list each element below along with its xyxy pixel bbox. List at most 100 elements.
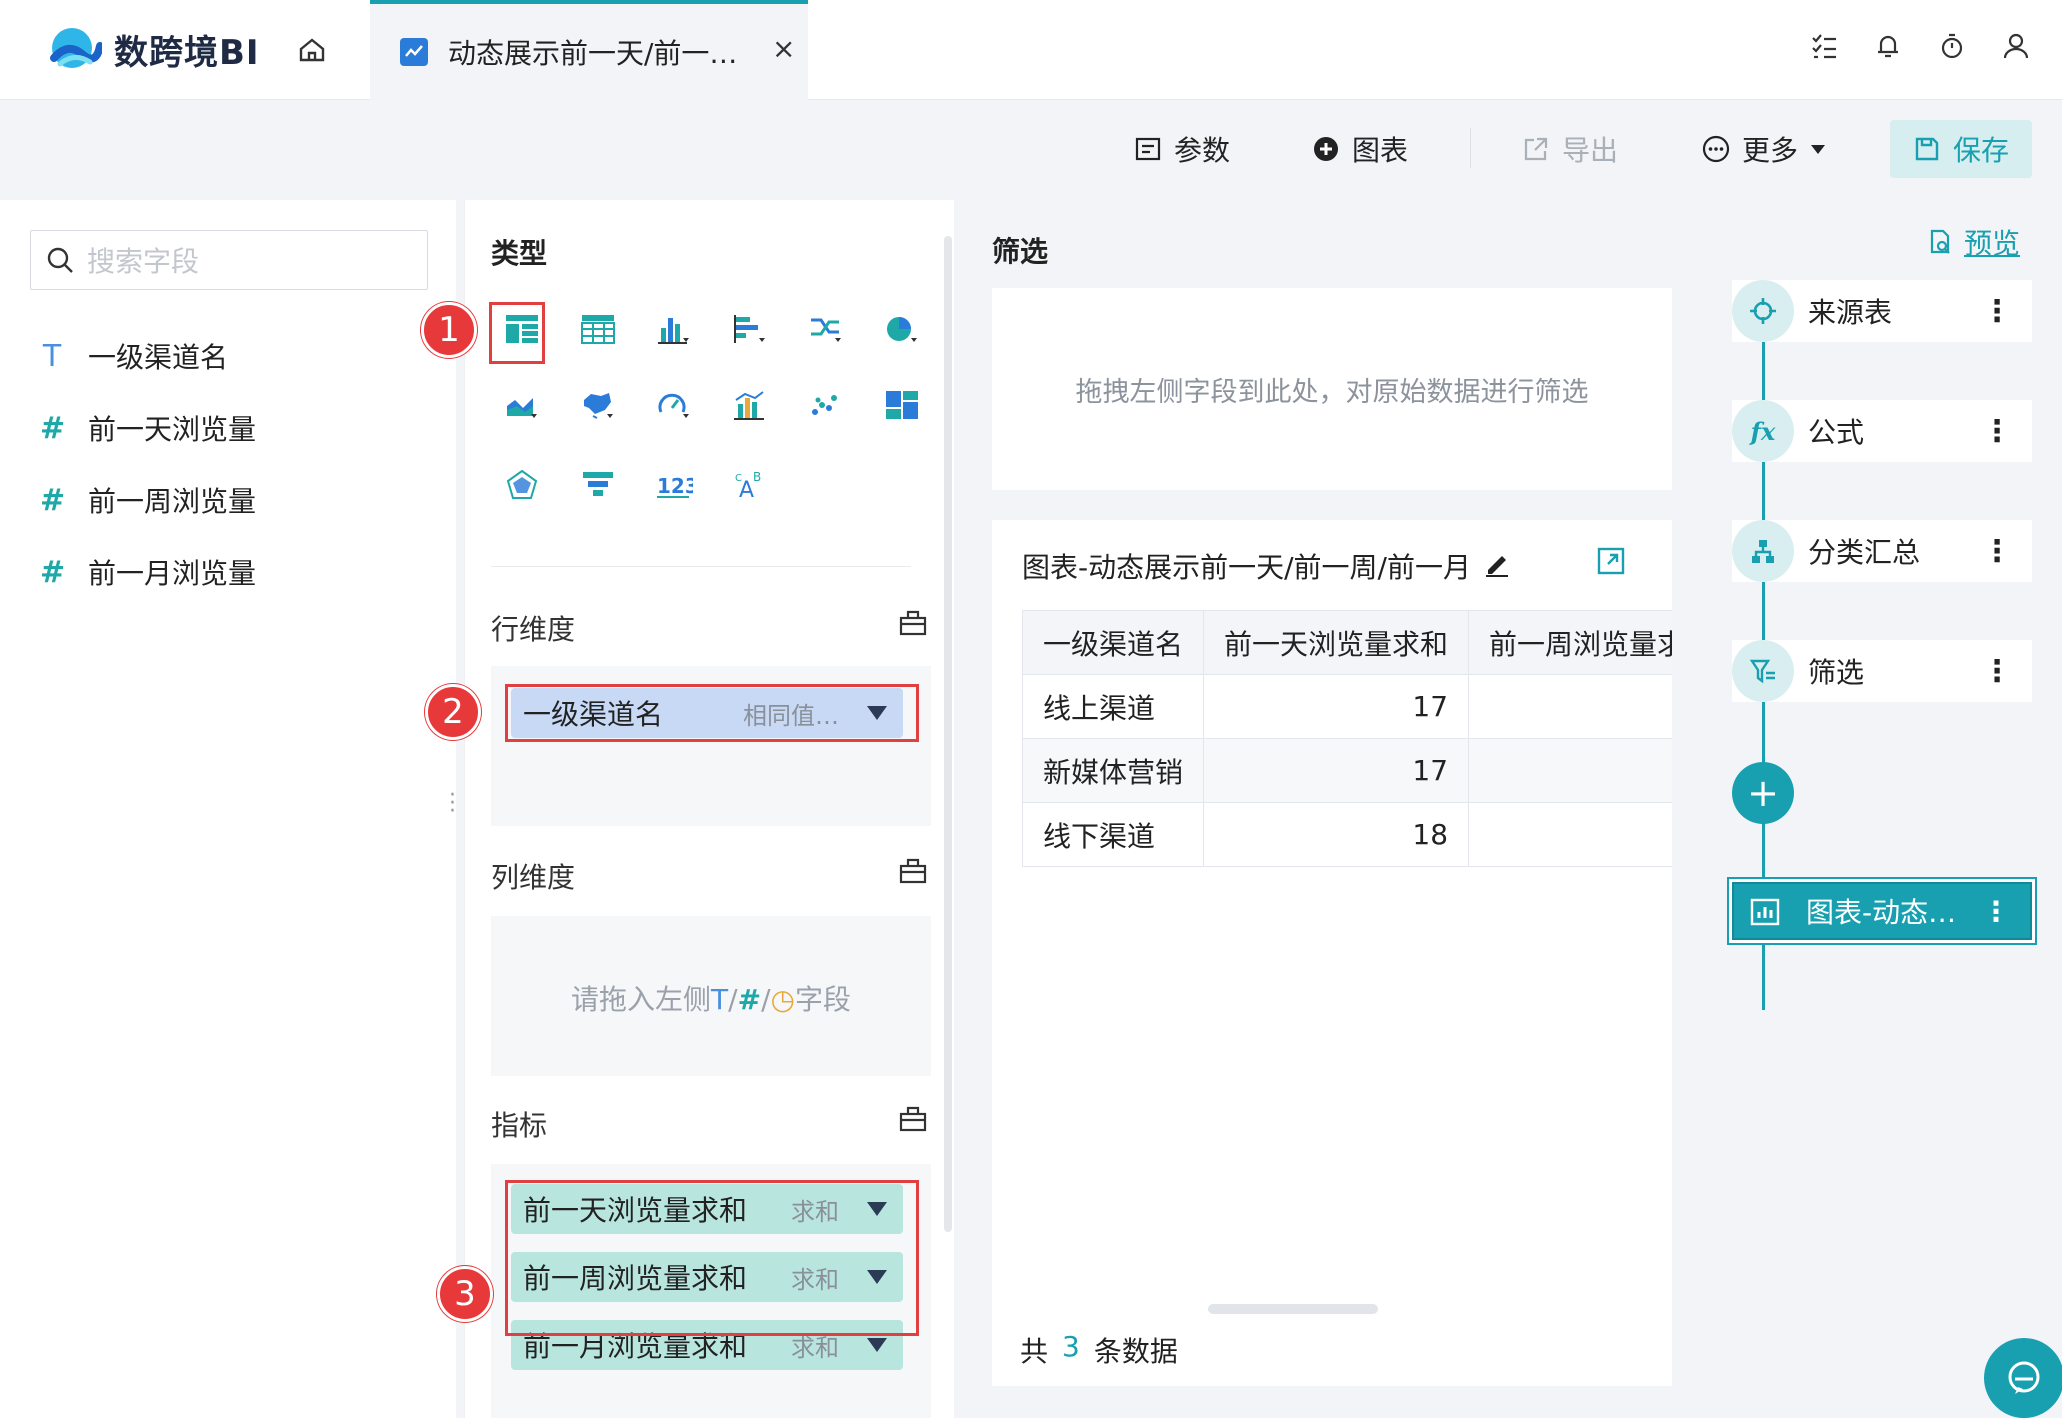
plus-circle-icon xyxy=(1314,137,1338,161)
caret-down-icon[interactable] xyxy=(867,1338,887,1352)
close-icon[interactable]: × xyxy=(772,32,795,65)
chart-config-panel: 类型 123 ACB 1 行维度 一级渠道名 相同值… 2 列维度 请拖入左侧T… xyxy=(421,200,954,1418)
preview-icon xyxy=(1930,229,1950,254)
step-badge-3: 3 xyxy=(437,1266,493,1322)
more-vertical-icon[interactable]: ⋮ xyxy=(1982,895,2010,928)
text-type-icon: T xyxy=(42,338,62,374)
count-prefix: 共 xyxy=(1020,1335,1049,1368)
tab-active-report[interactable]: 动态展示前一天/前一… × xyxy=(370,0,808,100)
hierarchy-icon xyxy=(1732,520,1794,582)
clear-icon[interactable] xyxy=(898,608,928,638)
gauge-icon[interactable] xyxy=(653,384,695,426)
save-button[interactable]: 保存 xyxy=(1890,120,2032,178)
more-vertical-icon[interactable]: ⋮ xyxy=(1982,294,2012,329)
node-label: 筛选 xyxy=(1808,656,1865,689)
clear-icon[interactable] xyxy=(898,856,928,886)
search-placeholder: 搜索字段 xyxy=(87,245,200,278)
number-type-icon: # xyxy=(737,983,762,1016)
column-dimension-dropzone[interactable]: 请拖入左侧T/#/◷字段 xyxy=(491,916,931,1076)
table-horizontal-scrollbar[interactable] xyxy=(1208,1304,1378,1314)
flow-node-group-summary[interactable]: 分类汇总 ⋮ xyxy=(1732,520,2032,582)
row-dimension-title: 行维度 xyxy=(491,613,576,646)
filter-title: 筛选 xyxy=(992,235,1049,268)
task-list-icon[interactable] xyxy=(1808,30,1840,62)
add-chart-button[interactable]: 图表 xyxy=(1312,126,1408,172)
chart-tab-icon xyxy=(400,38,428,66)
node-label: 来源表 xyxy=(1808,296,1893,329)
funnel-chart-icon[interactable] xyxy=(577,464,619,506)
clear-icon[interactable] xyxy=(898,1104,928,1134)
more-vertical-icon[interactable]: ⋮ xyxy=(1982,654,2012,689)
table-cell: 17 xyxy=(1203,738,1470,803)
home-button[interactable] xyxy=(292,30,332,70)
more-button[interactable]: 更多 xyxy=(1702,126,1826,172)
treemap-icon[interactable] xyxy=(881,384,923,426)
field-item[interactable]: # 前一周浏览量 xyxy=(40,480,256,520)
scatter-chart-icon[interactable] xyxy=(805,384,847,426)
chart-label: 图表 xyxy=(1352,134,1409,167)
export-icon xyxy=(1524,137,1548,161)
flow-node-source[interactable]: 来源表 ⋮ xyxy=(1732,280,2032,342)
pie-chart-icon[interactable] xyxy=(881,308,923,350)
text-type-icon: T xyxy=(711,983,729,1016)
edit-icon[interactable] xyxy=(1482,548,1512,578)
params-button[interactable]: 参数 xyxy=(1134,126,1230,172)
more-vertical-icon[interactable]: ⋮ xyxy=(1982,414,2012,449)
area-chart-icon[interactable] xyxy=(501,384,543,426)
config-scrollbar[interactable] xyxy=(944,236,952,1232)
field-item[interactable]: # 前一天浏览量 xyxy=(40,408,256,448)
expand-icon[interactable] xyxy=(1596,546,1626,576)
combo-chart-icon[interactable] xyxy=(729,384,771,426)
bar-chart-icon[interactable] xyxy=(653,308,695,350)
flow-node-filter[interactable]: 筛选 ⋮ xyxy=(1732,640,2032,702)
more-vertical-icon[interactable]: ⋮ xyxy=(1982,534,2012,569)
logo-icon xyxy=(48,24,104,74)
table-cell xyxy=(1468,674,1672,739)
filter-icon xyxy=(1732,640,1794,702)
bell-icon[interactable] xyxy=(1872,30,1904,62)
map-icon[interactable] xyxy=(577,384,619,426)
placeholder-text: 请拖入左侧 xyxy=(571,983,712,1016)
table-row: 线下渠道 18 xyxy=(1021,802,1672,867)
word-cloud-icon[interactable]: ACB xyxy=(729,464,771,506)
table-cell: 线上渠道 xyxy=(1021,674,1205,739)
chart-card: 图表-动态展示前一天/前一周/前一月 一级渠道名 前一天浏览量求和 前一周浏览量… xyxy=(992,520,1672,1386)
more-icon xyxy=(1702,135,1730,163)
filter-dropzone[interactable]: 拖拽左侧字段到此处，对原始数据进行筛选 xyxy=(992,288,1672,490)
data-flow-panel: 预览 来源表 ⋮ fx 公式 ⋮ 分类汇总 ⋮ 筛选 ⋮ + 图表-动态… ⋮ xyxy=(1702,200,2062,1418)
column-header[interactable]: 一级渠道名 xyxy=(1021,610,1205,675)
field-search-input[interactable]: 搜索字段 xyxy=(30,230,428,290)
node-label: 公式 xyxy=(1808,416,1865,449)
column-header[interactable]: 前一天浏览量求和 xyxy=(1203,610,1470,675)
table-row: 线上渠道 17 xyxy=(1021,674,1672,739)
field-item[interactable]: T 一级渠道名 xyxy=(40,336,228,376)
flow-node-chart[interactable]: 图表-动态… ⋮ xyxy=(1732,882,2032,940)
app-logo[interactable]: 数跨境BI xyxy=(48,24,260,74)
cross-table-icon[interactable] xyxy=(577,308,619,350)
flow-node-formula[interactable]: fx 公式 ⋮ xyxy=(1732,400,2032,462)
add-step-button[interactable]: + xyxy=(1732,762,1794,824)
field-item[interactable]: # 前一月浏览量 xyxy=(40,552,256,592)
dropzone-placeholder: 请拖入左侧T/#/◷字段 xyxy=(571,983,851,1016)
table-cell: 线下渠道 xyxy=(1021,802,1205,867)
tab-title: 动态展示前一天/前一… xyxy=(448,37,738,70)
table-row: 新媒体营销 17 xyxy=(1021,738,1672,803)
bar-chart-icon xyxy=(1750,898,1780,933)
radar-chart-icon[interactable] xyxy=(501,464,543,506)
horizontal-bar-icon[interactable] xyxy=(729,308,771,350)
field-label: 一级渠道名 xyxy=(88,341,229,374)
top-bar: 数跨境BI 动态展示前一天/前一… × xyxy=(0,0,2062,100)
highlight-box-row-dimension xyxy=(505,684,919,742)
number-type-icon: # xyxy=(40,482,66,518)
export-button[interactable]: 导出 xyxy=(1522,126,1618,172)
preview-link[interactable]: 预览 xyxy=(1926,222,2020,262)
column-header[interactable]: 前一周浏览量求和 xyxy=(1468,610,1672,675)
kpi-number-icon[interactable]: 123 xyxy=(653,464,695,506)
svg-text:B: B xyxy=(753,470,761,484)
line-chart-icon[interactable] xyxy=(805,308,847,350)
user-icon[interactable] xyxy=(2000,30,2032,62)
chat-support-button[interactable] xyxy=(1984,1338,2062,1418)
panel-resize-handle[interactable]: · · · xyxy=(449,785,456,823)
logo-text: 数跨境BI xyxy=(114,32,260,73)
timer-icon[interactable] xyxy=(1936,30,1968,62)
